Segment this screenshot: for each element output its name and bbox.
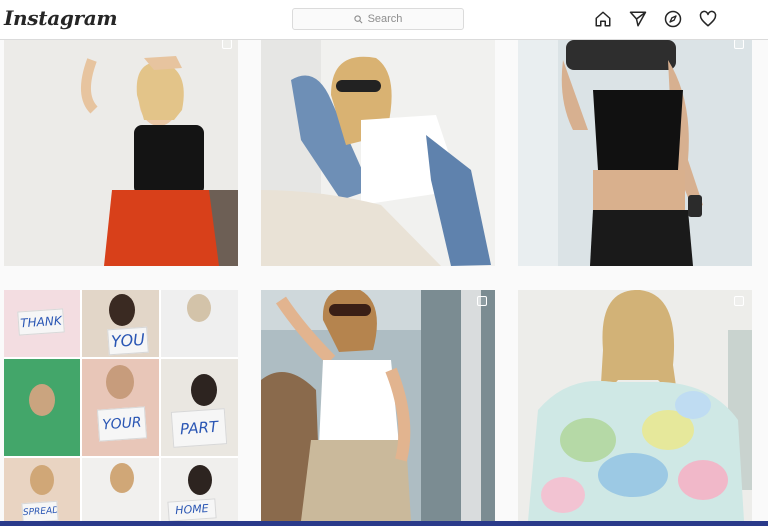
post-thumbnail-5[interactable] <box>261 290 495 521</box>
collage-sign: YOU <box>107 326 149 356</box>
instagram-logo[interactable]: Instagram <box>4 6 118 30</box>
bottom-edge <box>0 521 768 526</box>
post-thumbnail-1[interactable] <box>4 40 238 266</box>
nav-icons <box>594 10 717 28</box>
home-icon[interactable] <box>594 10 612 28</box>
collage-sign: PART <box>170 408 228 448</box>
collage-sign: SPREAD <box>21 500 59 521</box>
collage-sign: HOME <box>167 498 217 521</box>
select-checkbox[interactable] <box>734 40 744 49</box>
post-thumbnail-2[interactable] <box>261 40 495 266</box>
search-input[interactable]: Search <box>292 8 464 30</box>
search-placeholder: Search <box>367 13 403 25</box>
top-nav-bar: Instagram Search <box>0 0 768 40</box>
collage-sign: THANK <box>17 308 65 336</box>
select-checkbox[interactable] <box>734 296 744 306</box>
post-thumbnail-4-collage[interactable]: THANK YOU YOUR PART SPREAD HOME <box>4 290 238 521</box>
explore-icon[interactable] <box>664 10 682 28</box>
activity-icon[interactable] <box>699 10 717 28</box>
select-checkbox[interactable] <box>222 40 232 49</box>
search-icon <box>353 14 363 23</box>
post-thumbnail-6[interactable] <box>518 290 752 521</box>
post-thumbnail-3[interactable] <box>518 40 752 266</box>
collage-sign: YOUR <box>96 406 148 442</box>
direct-icon[interactable] <box>629 10 647 28</box>
select-checkbox[interactable] <box>477 296 487 306</box>
